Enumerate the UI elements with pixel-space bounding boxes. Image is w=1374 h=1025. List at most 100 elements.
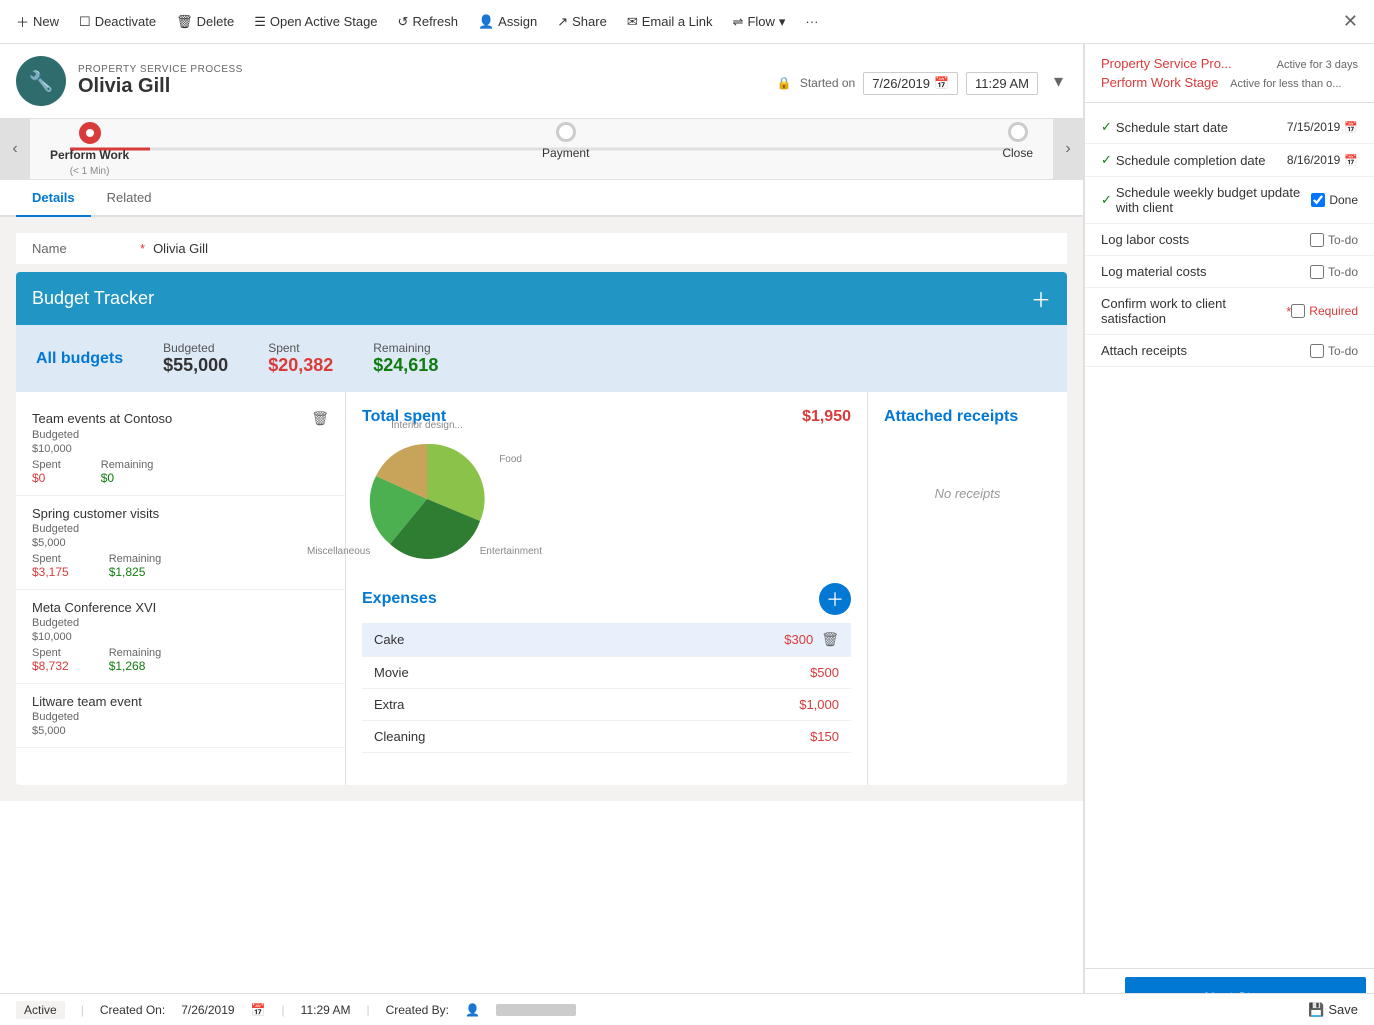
more-button[interactable]: ··· bbox=[797, 10, 826, 33]
rp-stage-link[interactable]: Perform Work Stage bbox=[1101, 75, 1219, 90]
tab-details[interactable]: Details bbox=[16, 180, 91, 217]
expense-row-1[interactable]: Movie $500 bbox=[362, 657, 851, 689]
status-bar: Active | Created On: 7/26/2019 📅 | 11:29… bbox=[0, 993, 1374, 1025]
stage-next-button[interactable]: › bbox=[1053, 119, 1083, 179]
close-button[interactable]: ✕ bbox=[1335, 7, 1366, 36]
rp-field-label-2: ✓ Schedule weekly budget update with cli… bbox=[1101, 185, 1311, 215]
rp-date-icon-0: 📅 bbox=[1344, 121, 1358, 134]
expense-row-2[interactable]: Extra $1,000 bbox=[362, 689, 851, 721]
stage-prev-button[interactable]: ‹ bbox=[0, 119, 30, 179]
delete-button[interactable]: 🗑 Delete bbox=[168, 10, 242, 34]
refresh-label: Refresh bbox=[412, 14, 458, 29]
budget-item-remaining-col-0: Remaining $0 bbox=[101, 459, 154, 485]
rp-checkbox-label-4: To-do bbox=[1328, 265, 1358, 279]
stage-circle-close bbox=[1008, 122, 1028, 142]
close-icon: ✕ bbox=[1343, 11, 1358, 31]
refresh-button[interactable]: ↺ Refresh bbox=[390, 10, 466, 34]
content-area: Name * Olivia Gill Budget Tracker ＋ All … bbox=[0, 217, 1083, 801]
rp-field-label-0: ✓ Schedule start date bbox=[1101, 119, 1287, 135]
main-layout: 🔧 PROPERTY SERVICE PROCESS Olivia Gill 🔒… bbox=[0, 44, 1374, 1025]
more-icon: ··· bbox=[805, 14, 818, 29]
delete-label: Delete bbox=[197, 14, 235, 29]
expense-amount-3: $150 bbox=[810, 729, 839, 744]
budgeted-value: $55,000 bbox=[163, 355, 228, 376]
save-button[interactable]: 💾 Save bbox=[1308, 1002, 1358, 1018]
expenses-header: Expenses ＋ bbox=[362, 583, 851, 615]
rp-field-label-3: Log labor costs bbox=[1101, 232, 1310, 247]
save-icon: 💾 bbox=[1308, 1002, 1324, 1018]
tab-related[interactable]: Related bbox=[91, 180, 168, 217]
name-field-label: Name bbox=[32, 241, 132, 256]
stage-label-2: Close bbox=[1002, 146, 1033, 160]
remaining-value: $24,618 bbox=[373, 355, 438, 376]
budget-item-0[interactable]: Team events at Contoso 🗑 Budgeted $10,00… bbox=[16, 400, 345, 496]
spent-value: $20,382 bbox=[268, 355, 333, 376]
budget-item-spent-label-0: Spent bbox=[32, 459, 61, 471]
email-link-label: Email a Link bbox=[642, 14, 713, 29]
created-by-label: Created By: bbox=[386, 1003, 449, 1017]
stage-item-perform-work[interactable]: Perform Work (< 1 Min) bbox=[50, 122, 129, 177]
open-active-stage-button[interactable]: ☰ Open Active Stage bbox=[246, 10, 385, 34]
rp-field-label-6: Attach receipts bbox=[1101, 343, 1310, 358]
stage-item-close[interactable]: Close bbox=[1002, 122, 1033, 177]
expense-name-0: Cake bbox=[374, 632, 404, 647]
rp-field-value-6: To-do bbox=[1310, 344, 1358, 358]
rp-checkbox-6[interactable] bbox=[1310, 344, 1324, 358]
flow-button[interactable]: ⇌ Flow ▾ bbox=[725, 10, 794, 34]
total-spent-value: $1,950 bbox=[802, 408, 851, 426]
share-button[interactable]: ↗ Share bbox=[549, 10, 615, 34]
new-button[interactable]: ＋ New bbox=[8, 8, 67, 35]
rp-checkbox-3[interactable] bbox=[1310, 233, 1324, 247]
date-value: 7/26/2019 bbox=[872, 76, 930, 91]
rp-checkbox-2[interactable] bbox=[1311, 193, 1325, 207]
assign-button[interactable]: 👤 Assign bbox=[470, 10, 545, 34]
date-field[interactable]: 7/26/2019 📅 bbox=[863, 72, 958, 95]
budget-item-budgeted-2: $10,000 bbox=[32, 631, 329, 643]
rp-field-label-4: Log material costs bbox=[1101, 264, 1310, 279]
total-spent-section: Total spent $1,950 bbox=[362, 408, 851, 567]
stage-item-payment[interactable]: Payment bbox=[542, 122, 589, 177]
budget-item-1[interactable]: Spring customer visits Budgeted $5,000 S… bbox=[16, 496, 345, 590]
stage-circle-payment bbox=[556, 122, 576, 142]
name-field-value: Olivia Gill bbox=[153, 241, 208, 256]
all-budgets-label[interactable]: All budgets bbox=[36, 350, 123, 368]
created-time-value: 11:29 AM bbox=[301, 1003, 351, 1017]
budget-item-row-0: Spent $0 Remaining $0 bbox=[32, 459, 329, 485]
budget-item-spent-1: $3,175 bbox=[32, 565, 69, 579]
deactivate-button[interactable]: ☐ Deactivate bbox=[71, 10, 164, 34]
budget-item-remaining-col-2: Remaining $1,268 bbox=[109, 647, 162, 673]
spent-label: Spent bbox=[268, 341, 333, 355]
budget-tracker-add-button[interactable]: ＋ bbox=[1031, 284, 1051, 313]
stage-track: Perform Work (< 1 Min) Payment Close bbox=[30, 119, 1053, 179]
header-expand-button[interactable]: ▾ bbox=[1050, 67, 1067, 96]
expense-row-3[interactable]: Cleaning $150 bbox=[362, 721, 851, 753]
expense-delete-0[interactable]: 🗑 bbox=[821, 631, 839, 648]
pie-svg bbox=[362, 434, 492, 564]
rp-field-confirm-work: Confirm work to client satisfaction * Re… bbox=[1085, 288, 1374, 335]
time-field[interactable]: 11:29 AM bbox=[966, 72, 1038, 95]
expenses-section: Expenses ＋ Cake $300 🗑 bbox=[362, 583, 851, 753]
expense-name-1: Movie bbox=[374, 665, 409, 680]
rp-field-value-0: 7/15/2019 📅 bbox=[1287, 120, 1358, 134]
receipts-pane: Attached receipts No receipts bbox=[867, 392, 1067, 785]
rp-tasks: ✓ Schedule start date 7/15/2019 📅 ✓ Sche… bbox=[1085, 103, 1374, 375]
budget-item-delete-0[interactable]: 🗑 bbox=[311, 410, 329, 427]
created-by-icon: 👤 bbox=[465, 1003, 480, 1017]
rp-record-link[interactable]: Property Service Pro... bbox=[1101, 56, 1232, 71]
rp-checkbox-5[interactable] bbox=[1291, 304, 1305, 318]
expense-row-0[interactable]: Cake $300 🗑 bbox=[362, 623, 851, 657]
left-panel: 🔧 PROPERTY SERVICE PROCESS Olivia Gill 🔒… bbox=[0, 44, 1084, 1025]
budget-item-2[interactable]: Meta Conference XVI Budgeted $10,000 Spe… bbox=[16, 590, 345, 684]
stage-label-0: Perform Work bbox=[50, 148, 129, 162]
rp-field-value-4: To-do bbox=[1310, 265, 1358, 279]
add-expense-button[interactable]: ＋ bbox=[819, 583, 851, 615]
budget-item-spent-label-2: Spent bbox=[32, 647, 69, 659]
budget-item-name-3: Litware team event bbox=[32, 694, 142, 709]
name-field-row: Name * Olivia Gill bbox=[16, 233, 1067, 264]
budget-item-3[interactable]: Litware team event Budgeted $5,000 bbox=[16, 684, 345, 748]
budget-item-budgeted-label-1: Budgeted bbox=[32, 523, 329, 535]
budget-item-row-2: Spent $8,732 Remaining $1,268 bbox=[32, 647, 329, 673]
rp-checkbox-4[interactable] bbox=[1310, 265, 1324, 279]
budget-item-spent-col-1: Spent $3,175 bbox=[32, 553, 69, 579]
email-link-button[interactable]: ✉ Email a Link bbox=[619, 10, 721, 34]
